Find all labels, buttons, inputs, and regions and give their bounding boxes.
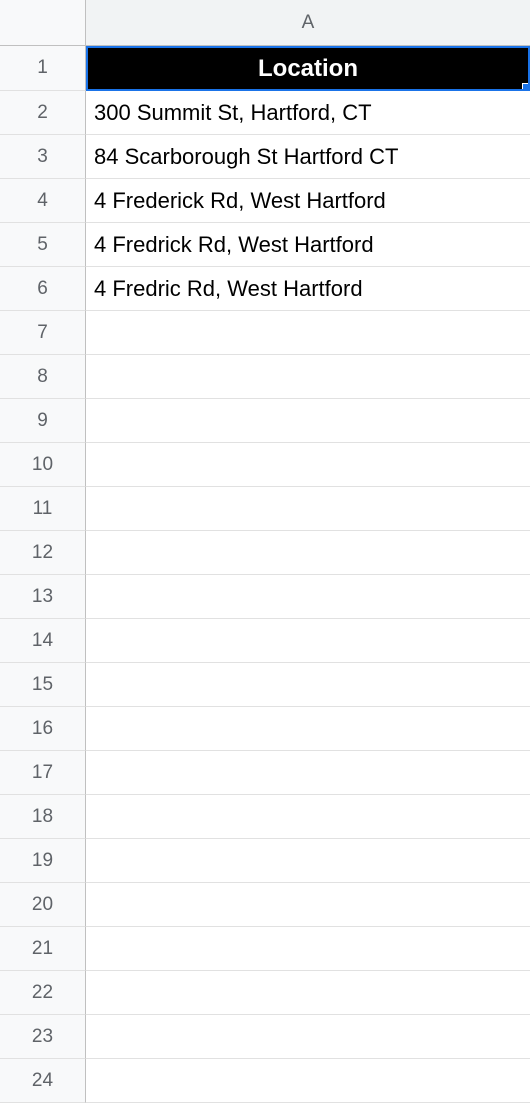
row-header[interactable]: 10 [0, 443, 86, 487]
data-cell[interactable] [86, 311, 530, 355]
data-cell[interactable] [86, 531, 530, 575]
row-header[interactable]: 18 [0, 795, 86, 839]
data-cell[interactable]: 4 Frederick Rd, West Hartford [86, 179, 530, 223]
row-header[interactable]: 2 [0, 91, 86, 135]
row-header[interactable]: 13 [0, 575, 86, 619]
select-all-corner[interactable] [0, 0, 86, 46]
row-header[interactable]: 22 [0, 971, 86, 1015]
data-cell[interactable] [86, 1059, 530, 1103]
data-cell[interactable] [86, 575, 530, 619]
row-header[interactable]: 12 [0, 531, 86, 575]
row-header[interactable]: 24 [0, 1059, 86, 1103]
data-cell[interactable] [86, 707, 530, 751]
data-cell[interactable] [86, 1015, 530, 1059]
row-header[interactable]: 23 [0, 1015, 86, 1059]
row-header[interactable]: 21 [0, 927, 86, 971]
row-header[interactable]: 15 [0, 663, 86, 707]
row-header[interactable]: 16 [0, 707, 86, 751]
row-header[interactable]: 14 [0, 619, 86, 663]
row-header[interactable]: 19 [0, 839, 86, 883]
data-cell[interactable]: 4 Fredric Rd, West Hartford [86, 267, 530, 311]
data-cell[interactable] [86, 663, 530, 707]
spreadsheet-grid[interactable]: A 1Location2300 Summit St, Hartford, CT3… [0, 0, 530, 1103]
data-cell[interactable] [86, 927, 530, 971]
row-header[interactable]: 3 [0, 135, 86, 179]
row-header[interactable]: 6 [0, 267, 86, 311]
data-cell[interactable] [86, 487, 530, 531]
column-header-a[interactable]: A [86, 0, 530, 46]
row-header[interactable]: 4 [0, 179, 86, 223]
data-cell[interactable] [86, 839, 530, 883]
row-header[interactable]: 20 [0, 883, 86, 927]
row-header[interactable]: 11 [0, 487, 86, 531]
header-cell[interactable]: Location [86, 46, 530, 91]
row-header[interactable]: 17 [0, 751, 86, 795]
data-cell[interactable] [86, 399, 530, 443]
row-header[interactable]: 1 [0, 46, 86, 91]
data-cell[interactable] [86, 355, 530, 399]
data-cell[interactable] [86, 971, 530, 1015]
data-cell[interactable]: 84 Scarborough St Hartford CT [86, 135, 530, 179]
data-cell[interactable]: 4 Fredrick Rd, West Hartford [86, 223, 530, 267]
data-cell[interactable]: 300 Summit St, Hartford, CT [86, 91, 530, 135]
row-header[interactable]: 9 [0, 399, 86, 443]
data-cell[interactable] [86, 883, 530, 927]
row-header[interactable]: 7 [0, 311, 86, 355]
data-cell[interactable] [86, 619, 530, 663]
data-cell[interactable] [86, 795, 530, 839]
row-header[interactable]: 8 [0, 355, 86, 399]
data-cell[interactable] [86, 443, 530, 487]
row-header[interactable]: 5 [0, 223, 86, 267]
data-cell[interactable] [86, 751, 530, 795]
